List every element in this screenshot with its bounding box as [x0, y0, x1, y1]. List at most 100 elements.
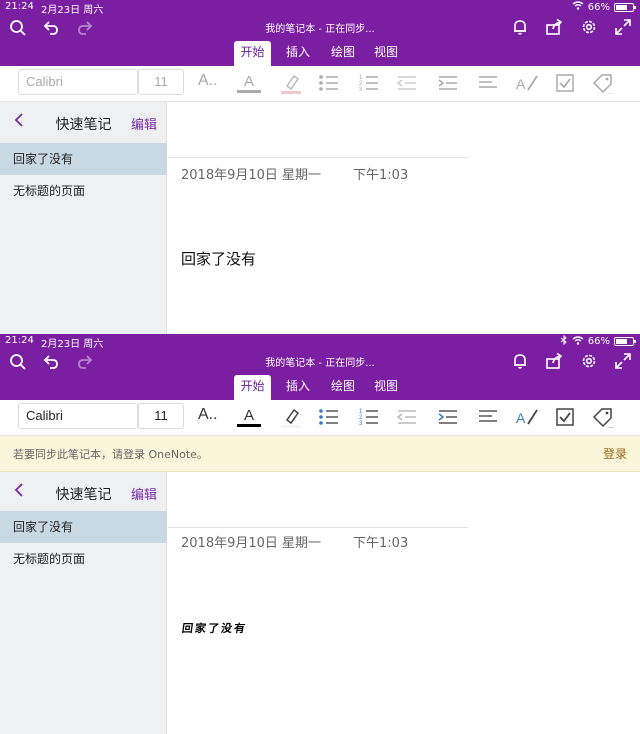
font-style-button[interactable]: A..	[198, 406, 218, 424]
font-color-button[interactable]: A	[236, 70, 262, 96]
note-datetime: 2018年9月10日 星期一 下午1:03	[181, 532, 408, 551]
font-color-button[interactable]: A	[236, 404, 262, 430]
note-canvas[interactable]: 2018年9月10日 星期一 下午1:03 回家了没有	[168, 472, 640, 734]
status-time: 21:24	[5, 335, 34, 346]
styles-icon[interactable]: A	[514, 404, 540, 430]
sign-in-button[interactable]: 登录	[603, 445, 627, 462]
sections-sidebar: 快速笔记 编辑 回家了没有 无标题的页面	[0, 102, 167, 334]
status-date: 2月23日 周六	[41, 339, 104, 350]
highlight-icon[interactable]	[278, 70, 304, 96]
page-title-line[interactable]	[168, 527, 468, 528]
font-size-field[interactable]: 11	[138, 403, 184, 429]
bullet-list-icon[interactable]	[316, 404, 342, 430]
sidebar-header: 快速笔记 编辑	[0, 472, 167, 512]
font-name-field[interactable]: Calibri	[18, 69, 138, 95]
page-item[interactable]: 无标题的页面	[0, 543, 167, 575]
gear-icon[interactable]	[580, 352, 598, 370]
svg-text:A: A	[516, 410, 526, 426]
align-left-icon[interactable]	[475, 70, 501, 96]
screenshot-bottom: 21:24 2月23日 周六 66% 我的笔记本 - 正在同步... 开始 插入…	[0, 334, 640, 734]
tag-icon[interactable]: ...	[590, 404, 616, 430]
highlight-icon[interactable]	[278, 404, 304, 430]
battery-icon	[614, 2, 636, 12]
notebook-title: 我的笔记本 - 正在同步...	[265, 24, 375, 35]
tab-home[interactable]: 开始	[234, 41, 271, 66]
note-time: 下午1:03	[353, 536, 409, 551]
tab-home[interactable]: 开始	[234, 375, 271, 400]
app-header: 21:24 2月23日 周六 66% 我的笔记本 - 正在同步... 开始 插入…	[0, 334, 640, 400]
share-icon[interactable]	[545, 352, 563, 370]
app-header: 21:24 2月23日 周六 66% 我的笔记本 - 正在同步... 开始 插入…	[0, 0, 640, 66]
bluetooth-icon	[560, 334, 568, 348]
expand-icon[interactable]	[614, 18, 632, 36]
align-left-icon[interactable]	[475, 404, 501, 430]
svg-text:...: ...	[608, 423, 614, 430]
font-name-field[interactable]: Calibri	[18, 403, 138, 429]
home-ribbon: Calibri 11 A.. A 123 A ...	[0, 400, 640, 436]
status-time: 21:24	[5, 1, 34, 12]
edit-button[interactable]: 编辑	[131, 114, 157, 133]
battery-percent: 66%	[587, 336, 610, 347]
bell-icon[interactable]	[511, 352, 529, 370]
status-bar: 21:24 2月23日 周六 66%	[0, 0, 640, 16]
note-date: 2018年9月10日 星期一	[181, 168, 322, 183]
page-title-line[interactable]	[168, 157, 468, 158]
note-time: 下午1:03	[353, 168, 409, 183]
note-body-text[interactable]: 回家了没有	[181, 248, 256, 269]
status-right: 66%	[560, 334, 636, 348]
indent-icon[interactable]	[435, 404, 461, 430]
font-style-button[interactable]: A..	[198, 72, 218, 90]
styles-icon[interactable]: A	[514, 70, 540, 96]
font-size-field[interactable]: 11	[138, 69, 184, 95]
page-item-selected[interactable]: 回家了没有	[0, 143, 167, 175]
expand-icon[interactable]	[614, 352, 632, 370]
battery-icon	[614, 337, 636, 346]
sections-sidebar: 快速笔记 编辑 回家了没有 无标题的页面	[0, 472, 167, 734]
status-date: 2月23日 周六	[41, 5, 104, 16]
share-icon[interactable]	[545, 18, 563, 36]
tab-draw[interactable]: 绘图	[325, 41, 361, 66]
note-body-text-handwritten[interactable]: 回家了没有	[181, 620, 248, 636]
tab-view[interactable]: 视图	[368, 41, 404, 66]
notebook-title: 我的笔记本 - 正在同步...	[265, 358, 375, 369]
note-date: 2018年9月10日 星期一	[181, 536, 322, 551]
sign-in-banner: 若要同步此笔记本，请登录 OneNote。 登录	[0, 436, 640, 472]
wifi-icon	[572, 1, 584, 13]
indent-icon[interactable]	[435, 70, 461, 96]
numbered-list-icon[interactable]: 123	[356, 404, 382, 430]
svg-text:3: 3	[359, 421, 363, 427]
status-right: 66%	[572, 1, 636, 13]
checkbox-icon[interactable]	[552, 70, 578, 96]
banner-message: 若要同步此笔记本，请登录 OneNote。	[13, 448, 208, 461]
checkbox-icon[interactable]	[552, 404, 578, 430]
page-item-selected[interactable]: 回家了没有	[0, 511, 167, 543]
gear-icon[interactable]	[580, 18, 598, 36]
outdent-icon[interactable]	[394, 70, 420, 96]
svg-text:...: ...	[608, 89, 614, 96]
svg-text:3: 3	[359, 87, 363, 93]
tag-icon[interactable]: ...	[590, 70, 616, 96]
svg-text:A: A	[516, 76, 526, 92]
ribbon-tabs: 开始 插入 绘图 视图	[0, 375, 640, 400]
svg-text:A: A	[244, 73, 254, 90]
wifi-icon	[572, 335, 584, 348]
tab-view[interactable]: 视图	[368, 375, 404, 400]
outdent-icon[interactable]	[394, 404, 420, 430]
ribbon-tabs: 开始 插入 绘图 视图	[0, 41, 640, 66]
status-bar: 21:24 2月23日 周六 66%	[0, 334, 640, 350]
tab-draw[interactable]: 绘图	[325, 375, 361, 400]
page-item[interactable]: 无标题的页面	[0, 175, 167, 207]
tab-insert[interactable]: 插入	[280, 375, 316, 400]
screenshot-top: 21:24 2月23日 周六 66% 我的笔记本 - 正在同步... 开始 插入…	[0, 0, 640, 334]
svg-text:A: A	[244, 407, 254, 424]
battery-percent: 66%	[587, 1, 610, 13]
note-canvas[interactable]: 2018年9月10日 星期一 下午1:03 回家了没有	[168, 102, 640, 334]
bell-icon[interactable]	[511, 18, 529, 36]
home-ribbon: Calibri 11 A.. A 123 A ...	[0, 66, 640, 102]
tab-insert[interactable]: 插入	[280, 41, 316, 66]
note-datetime: 2018年9月10日 星期一 下午1:03	[181, 164, 408, 183]
edit-button[interactable]: 编辑	[131, 484, 157, 503]
sidebar-header: 快速笔记 编辑	[0, 102, 167, 142]
bullet-list-icon[interactable]	[316, 70, 342, 96]
numbered-list-icon[interactable]: 123	[356, 70, 382, 96]
